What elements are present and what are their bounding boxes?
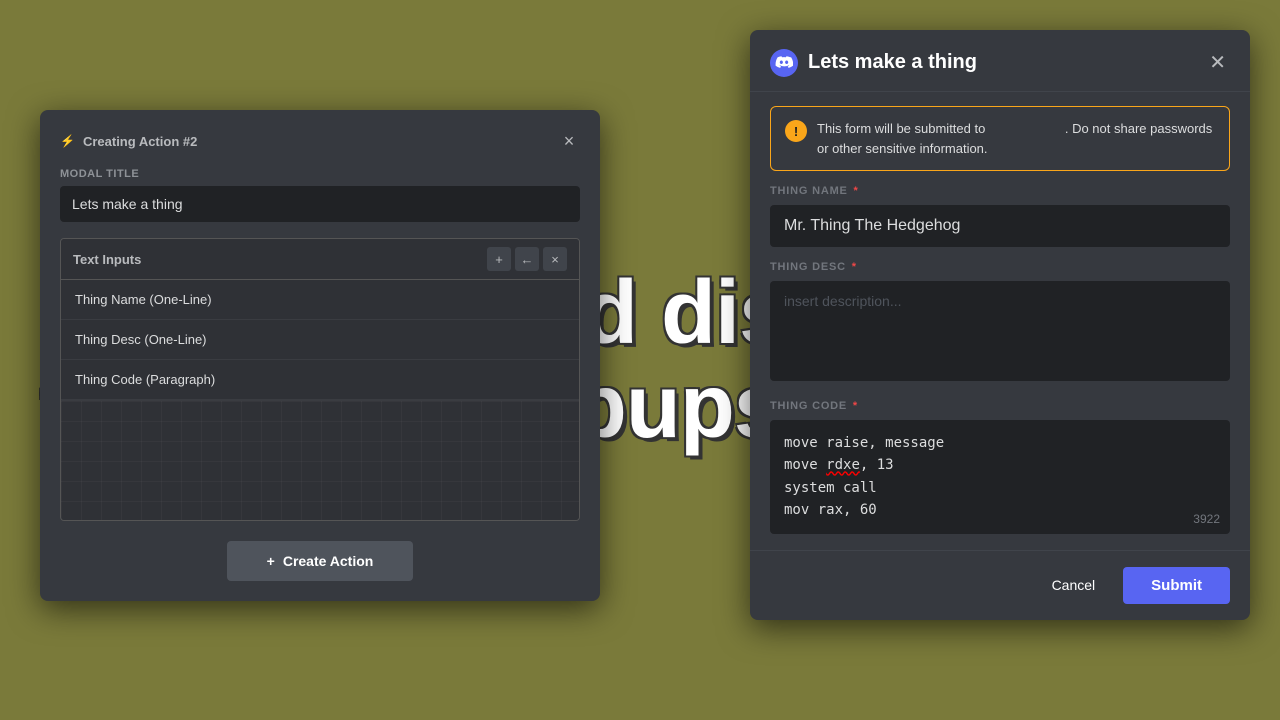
code-line-2: move rdxe, 13 — [784, 454, 1216, 476]
add-input-button[interactable]: + — [487, 247, 511, 271]
right-modal-title-row: Lets make a thing — [770, 49, 977, 77]
list-item[interactable]: Thing Desc (One-Line) — [61, 320, 579, 360]
thing-code-required: * — [849, 400, 858, 412]
left-modal-close-button[interactable]: × — [558, 130, 580, 152]
left-modal: ⚡ Creating Action #2 × Modal Title Text … — [40, 110, 600, 601]
left-modal-footer: + Create Action — [60, 537, 580, 581]
modal-title-input[interactable] — [60, 186, 580, 222]
warning-banner: ! This form will be submitted to . Do no… — [770, 106, 1230, 171]
right-modal-close-button[interactable]: ✕ — [1205, 46, 1230, 79]
thing-code-wrapper[interactable]: move raise, message move rdxe, 13 system… — [770, 420, 1230, 534]
empty-area — [61, 400, 579, 520]
submit-button[interactable]: Submit — [1123, 567, 1230, 604]
code-line-4: mov rax, 60 — [784, 499, 1216, 521]
right-modal-body: THING NAME * THING DESC * THING CODE * m… — [750, 185, 1250, 550]
right-modal-header: Lets make a thing ✕ — [750, 30, 1250, 92]
thing-code-display: move raise, message move rdxe, 13 system… — [784, 432, 1216, 522]
text-inputs-actions: + ← × — [487, 247, 567, 271]
thing-name-input[interactable] — [770, 205, 1230, 247]
thing-name-label: THING NAME * — [770, 185, 1230, 197]
create-action-label: Create Action — [283, 553, 374, 569]
modal-title-label: Modal Title — [60, 168, 580, 180]
char-count: 3922 — [1193, 512, 1220, 526]
discord-icon — [770, 49, 798, 77]
thing-desc-label: THING DESC * — [770, 261, 1230, 273]
create-action-button[interactable]: + Create Action — [227, 541, 414, 581]
bolt-icon: ⚡ — [60, 134, 75, 148]
cancel-button[interactable]: Cancel — [1036, 569, 1112, 601]
left-modal-title: Creating Action #2 — [83, 134, 197, 149]
thing-desc-required: * — [848, 261, 857, 273]
right-modal: Lets make a thing ✕ ! This form will be … — [750, 30, 1250, 620]
text-inputs-header: Text Inputs + ← × — [61, 239, 579, 280]
list-item[interactable]: Thing Name (One-Line) — [61, 280, 579, 320]
delete-input-button[interactable]: × — [543, 247, 567, 271]
code-line-2-part2: , 13 — [860, 457, 894, 473]
right-modal-footer: Cancel Submit — [750, 550, 1250, 620]
warning-text: This form will be submitted to . Do not … — [817, 119, 1215, 158]
thing-desc-textarea[interactable] — [770, 281, 1230, 381]
code-line-2-underline: rdxe — [826, 457, 860, 473]
list-item[interactable]: Thing Code (Paragraph) — [61, 360, 579, 400]
code-line-3: system call — [784, 477, 1216, 499]
right-modal-title: Lets make a thing — [808, 51, 977, 74]
text-inputs-label: Text Inputs — [73, 252, 141, 267]
text-inputs-container: Text Inputs + ← × Thing Name (One-Line) … — [60, 238, 580, 521]
move-input-button[interactable]: ← — [515, 247, 539, 271]
warning-text-part1: This form will be submitted to — [817, 121, 985, 136]
left-modal-header: ⚡ Creating Action #2 × — [60, 130, 580, 152]
warning-text-blank — [989, 121, 1061, 136]
create-action-plus-icon: + — [267, 553, 275, 569]
thing-name-required: * — [850, 185, 859, 197]
warning-icon: ! — [785, 120, 807, 142]
code-line-2-part1: move — [784, 457, 826, 473]
left-modal-header-left: ⚡ Creating Action #2 — [60, 134, 197, 149]
thing-code-label: THING CODE * — [770, 400, 1230, 412]
code-line-1: move raise, message — [784, 432, 1216, 454]
